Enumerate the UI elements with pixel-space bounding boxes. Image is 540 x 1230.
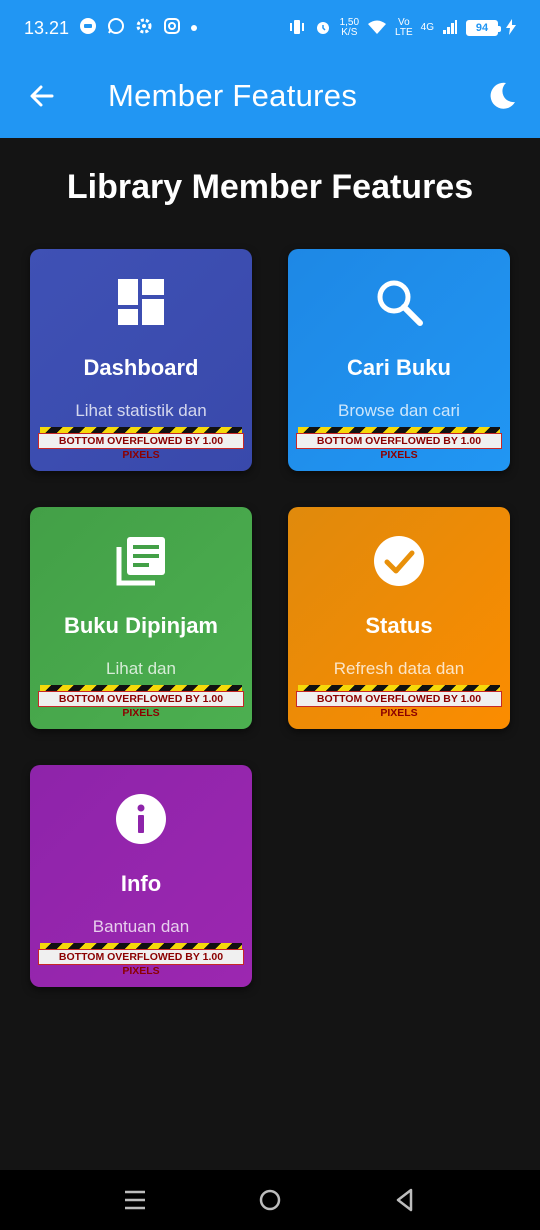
network-speed-unit: K/S: [341, 27, 358, 38]
volte-bottom: LTE: [395, 27, 413, 38]
card-title: Info: [120, 871, 162, 896]
volte-indicator: Vo LTE: [395, 18, 413, 38]
card-title: Buku Dipinjam: [63, 613, 218, 638]
wifi-icon: [367, 19, 387, 38]
more-notifications-dot-icon: [191, 25, 198, 31]
card-title: Status: [365, 613, 433, 638]
theme-toggle-button[interactable]: [486, 80, 518, 112]
back-triangle-icon: [396, 1188, 413, 1212]
overflow-warning-label: BOTTOM OVERFLOWED BY 1.00 PIXELS: [296, 691, 502, 719]
vibrate-icon: [288, 18, 306, 39]
menu-icon: [125, 1190, 145, 1210]
overflow-warning-label: BOTTOM OVERFLOWED BY 1.00 PIXELS: [296, 433, 502, 461]
system-back-button[interactable]: [390, 1186, 420, 1214]
card-title: Cari Buku: [347, 355, 451, 380]
dashboard-icon: [118, 279, 164, 325]
settings-notification-icon: [135, 17, 153, 40]
network-type: 4G: [420, 22, 434, 33]
status-left: 13.21: [24, 17, 198, 40]
signal-icon: [442, 19, 458, 38]
info-icon: [116, 794, 166, 844]
back-button[interactable]: [26, 80, 58, 112]
instagram-icon: [163, 17, 181, 40]
status-right: 1,50 K/S Vo LTE 4G 94: [288, 18, 516, 39]
moon-icon: [490, 82, 515, 109]
library-books-icon: [116, 537, 165, 586]
feature-card-cari-buku[interactable]: Cari Buku Browse dan cari BOTTOM OVERFLO…: [288, 249, 510, 471]
home-button[interactable]: [255, 1186, 285, 1214]
status-time: 13.21: [24, 17, 70, 38]
search-icon: [377, 280, 423, 326]
app-bar: Member Features: [0, 56, 540, 138]
page-heading: Library Member Features: [66, 168, 474, 206]
overflow-warning-label: BOTTOM OVERFLOWED BY 1.00 PIXELS: [38, 949, 244, 977]
overflow-warning-label: BOTTOM OVERFLOWED BY 1.00 PIXELS: [38, 433, 244, 461]
arrow-left-icon: [30, 85, 54, 107]
alarm-icon: [314, 18, 332, 39]
network-speed: 1,50 K/S: [340, 18, 359, 38]
feature-card-buku-dipinjam[interactable]: Buku Dipinjam Lihat dan BOTTOM OVERFLOWE…: [30, 507, 252, 729]
battery-level: 94: [466, 20, 501, 36]
card-title: Dashboard: [83, 355, 199, 380]
home-circle-icon: [259, 1189, 281, 1211]
card-description: Lihat statistik dan: [75, 401, 207, 420]
feature-card-info[interactable]: Info Bantuan dan BOTTOM OVERFLOWED BY 1.…: [30, 765, 252, 987]
status-bar: 13.21 1,50 K/S Vo LTE 4G 94: [0, 0, 540, 56]
feature-card-dashboard[interactable]: Dashboard Lihat statistik dan BOTTOM OVE…: [30, 249, 252, 471]
feature-card-status[interactable]: Status Refresh data dan BOTTOM OVERFLOWE…: [288, 507, 510, 729]
card-description: Lihat dan: [106, 659, 176, 678]
card-description: Bantuan dan: [92, 917, 190, 936]
check-circle-icon: [374, 536, 424, 586]
charging-icon: [506, 18, 516, 38]
recent-apps-button[interactable]: [120, 1186, 150, 1214]
app-bar-title: Member Features: [108, 78, 358, 113]
overflow-warning-label: BOTTOM OVERFLOWED BY 1.00 PIXELS: [38, 691, 244, 719]
chat-notification-icon: [79, 17, 97, 40]
card-description: Refresh data dan: [333, 659, 465, 678]
card-description: Browse dan cari: [338, 401, 460, 420]
system-navigation-bar: [0, 1170, 540, 1230]
whatsapp-icon: [107, 17, 125, 40]
